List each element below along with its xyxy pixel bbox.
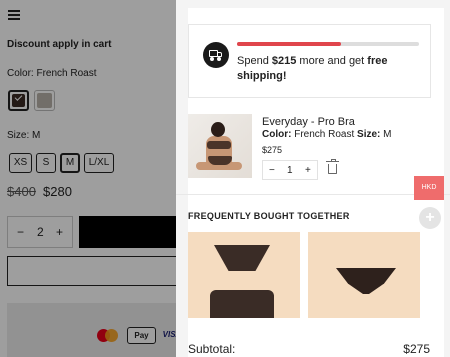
fbt-product-card[interactable] bbox=[308, 232, 420, 318]
currency-switcher-tab[interactable]: HKD bbox=[414, 176, 444, 200]
trash-icon[interactable] bbox=[326, 159, 339, 174]
cart-content: Spend $215 more and get free shipping! E… bbox=[176, 8, 450, 357]
shipping-prefix: Spend bbox=[237, 55, 272, 67]
cart-qty-increase-button[interactable]: + bbox=[305, 165, 311, 176]
drawer-backdrop[interactable] bbox=[0, 0, 176, 357]
truck-icon bbox=[203, 42, 229, 68]
variant-size-label: Size: bbox=[357, 129, 381, 140]
cart-item-variant: Color: French Roast Size: M bbox=[262, 129, 392, 140]
cart-quantity-stepper: − 1 + bbox=[262, 160, 318, 180]
cart-drawer: Spend $215 more and get free shipping! E… bbox=[176, 0, 450, 357]
cart-item-image[interactable] bbox=[188, 114, 252, 178]
subtotal-value: $275 bbox=[403, 342, 430, 356]
shipping-message: Spend $215 more and get free shipping! bbox=[237, 54, 427, 84]
fbt-heading: FREQUENTLY BOUGHT TOGETHER bbox=[188, 211, 350, 221]
cart-qty-value[interactable]: 1 bbox=[287, 165, 293, 176]
cart-item-price: $275 bbox=[262, 145, 283, 155]
fbt-product-card[interactable] bbox=[188, 232, 300, 318]
free-shipping-card: Spend $215 more and get free shipping! bbox=[188, 24, 431, 98]
shipping-amount: $215 bbox=[271, 55, 297, 67]
variant-color-value: French Roast bbox=[294, 129, 355, 140]
shipping-middle: more and get bbox=[296, 55, 368, 67]
variant-size-value: M bbox=[383, 129, 392, 140]
subtotal-label: Subtotal: bbox=[188, 342, 236, 356]
shipping-progress-bar bbox=[237, 42, 419, 46]
divider bbox=[176, 194, 450, 195]
cart-item-name[interactable]: Everyday - Pro Bra bbox=[262, 116, 355, 128]
plus-icon[interactable]: + bbox=[419, 207, 441, 229]
variant-color-label: Color: bbox=[262, 129, 292, 140]
shipping-progress-fill bbox=[237, 42, 341, 46]
cart-qty-decrease-button[interactable]: − bbox=[269, 165, 275, 176]
